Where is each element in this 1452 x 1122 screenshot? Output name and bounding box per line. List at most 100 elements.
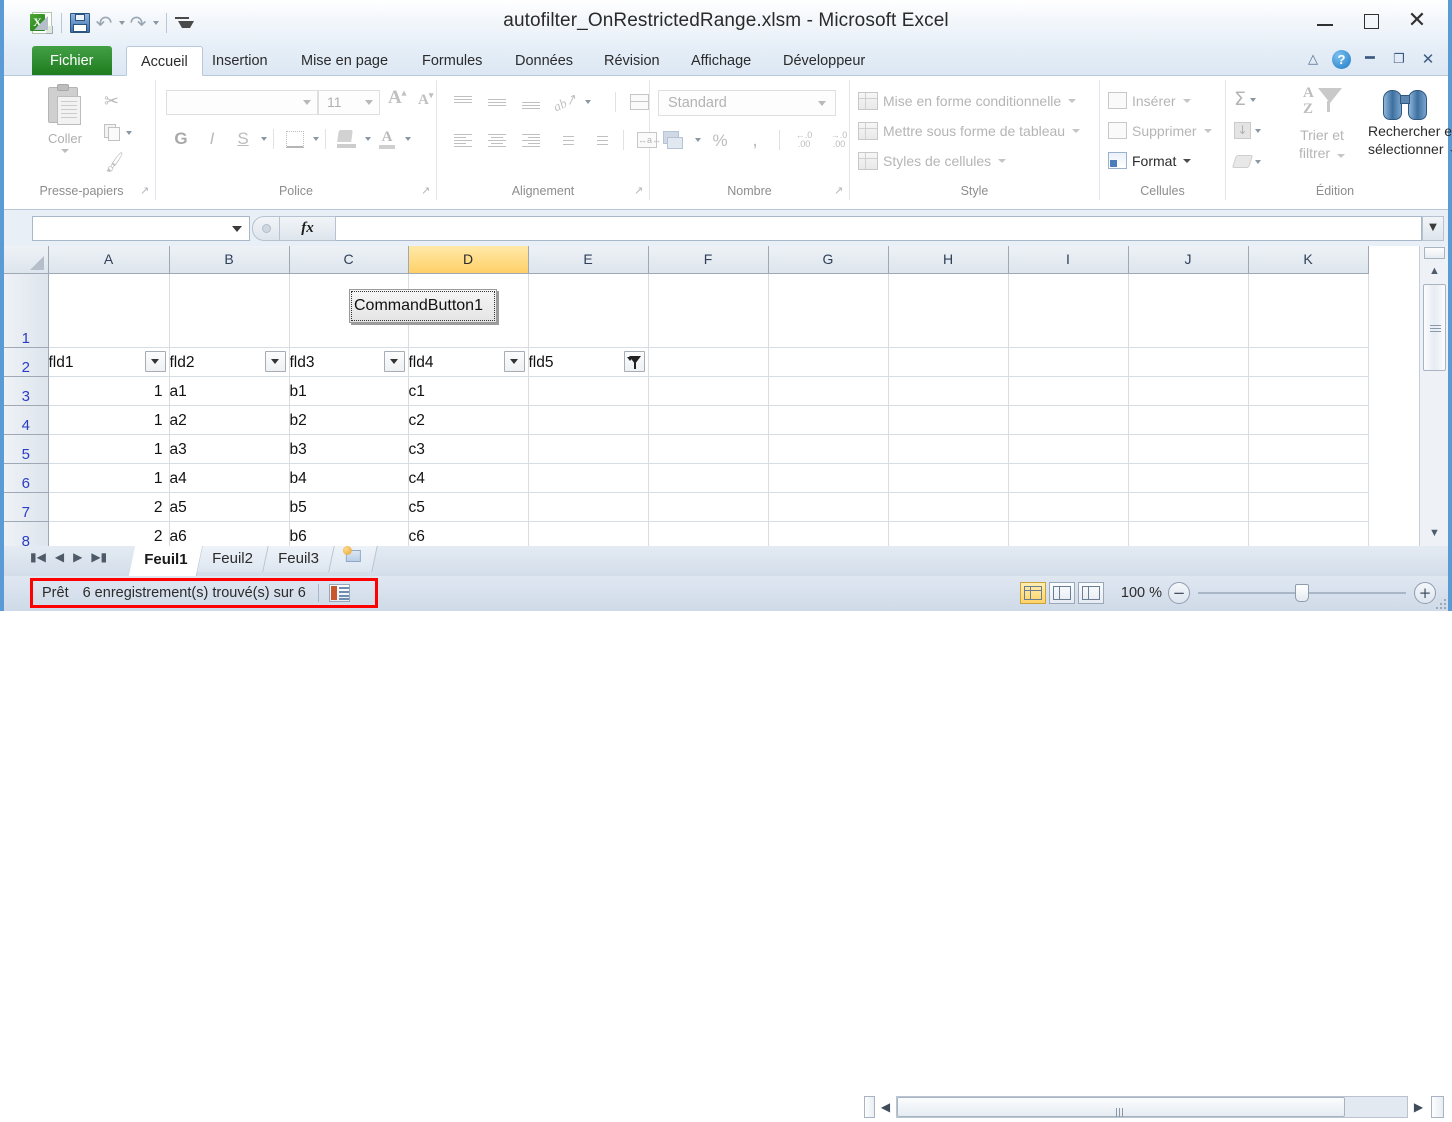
increase-indent-button[interactable]: [583, 126, 615, 154]
column-header-F[interactable]: F: [648, 246, 769, 274]
cell-I8[interactable]: [1008, 521, 1129, 546]
insert-sheet-button[interactable]: [329, 546, 378, 572]
cell-G5[interactable]: [768, 434, 889, 464]
accounting-format-button[interactable]: [658, 126, 690, 154]
cell-H2[interactable]: [888, 347, 1009, 377]
minimize-ribbon-icon[interactable]: △: [1303, 49, 1323, 69]
comma-style-button[interactable]: ,: [739, 126, 771, 154]
column-header-E[interactable]: E: [528, 246, 649, 274]
column-header-I[interactable]: I: [1008, 246, 1129, 274]
font-size-dropdown-icon[interactable]: [365, 100, 373, 105]
align-top-button[interactable]: [447, 88, 479, 116]
font-name-input[interactable]: [166, 90, 318, 115]
cell-J4[interactable]: [1128, 405, 1249, 435]
next-sheet-icon[interactable]: ▶: [73, 551, 82, 563]
orientation-dropdown-icon[interactable]: [585, 100, 591, 104]
cell-G4[interactable]: [768, 405, 889, 435]
cell-I5[interactable]: [1008, 434, 1129, 464]
autofilter-button-fld1[interactable]: [144, 350, 166, 372]
font-size-input[interactable]: 11: [318, 90, 380, 115]
cell-D6[interactable]: c4: [408, 463, 529, 493]
format-as-table-button[interactable]: Mettre sous forme de tableau: [858, 122, 1081, 140]
tab-developpeur[interactable]: Développeur: [769, 46, 879, 76]
autofilter-button-fld2[interactable]: [264, 350, 286, 372]
window-restore-icon[interactable]: ❐: [1389, 49, 1409, 69]
scroll-left-icon[interactable]: ◀: [875, 1096, 896, 1118]
cell-A4[interactable]: 1: [48, 405, 170, 435]
cell-A7[interactable]: 2: [48, 492, 170, 522]
horizontal-scroll-thumb[interactable]: [897, 1097, 1345, 1117]
command-button-1[interactable]: CommandButton1: [349, 289, 497, 323]
vertical-scrollbar[interactable]: ▲ ▼: [1419, 246, 1448, 546]
cell-G8[interactable]: [768, 521, 889, 546]
cell-E7[interactable]: [528, 492, 649, 522]
insert-function-button[interactable]: fx: [280, 215, 336, 241]
scroll-down-icon[interactable]: ▼: [1423, 522, 1446, 544]
autofilter-button-fld3[interactable]: [383, 350, 405, 372]
cell-K3[interactable]: [1248, 376, 1369, 406]
cell-A3[interactable]: 1: [48, 376, 170, 406]
accounting-dropdown-icon[interactable]: [695, 138, 701, 142]
scroll-up-icon[interactable]: ▲: [1423, 260, 1446, 282]
cell-E2[interactable]: fld5: [528, 347, 649, 377]
tab-accueil[interactable]: Accueil: [126, 46, 203, 76]
name-box-dropdown-icon[interactable]: [232, 225, 242, 232]
row-header-5[interactable]: 5: [4, 434, 49, 464]
cell-F1[interactable]: [648, 273, 769, 348]
column-header-K[interactable]: K: [1248, 246, 1369, 274]
cell-H1[interactable]: [888, 273, 1009, 348]
zoom-slider-track[interactable]: [1198, 582, 1406, 604]
cell-G6[interactable]: [768, 463, 889, 493]
align-left-button[interactable]: [447, 126, 479, 154]
cancel-formula-button[interactable]: [252, 215, 280, 241]
cell-C4[interactable]: b2: [289, 405, 409, 435]
macro-record-icon[interactable]: [328, 584, 350, 602]
fill-dropdown-icon[interactable]: [1255, 128, 1261, 133]
normal-view-icon[interactable]: [1020, 582, 1046, 604]
autofilter-button-fld4[interactable]: [503, 350, 525, 372]
underline-button[interactable]: S: [228, 125, 258, 153]
delete-cells-dropdown-icon[interactable]: [1203, 128, 1212, 133]
first-sheet-icon[interactable]: ▮◀: [30, 551, 46, 563]
cell-H5[interactable]: [888, 434, 1009, 464]
clipboard-dialog-launcher[interactable]: ↗: [140, 185, 151, 196]
cell-K6[interactable]: [1248, 463, 1369, 493]
expand-formula-bar-button[interactable]: ▼: [1422, 215, 1444, 241]
format-cells-dropdown-icon[interactable]: [1183, 158, 1192, 163]
cell-C5[interactable]: b3: [289, 434, 409, 464]
tab-affichage[interactable]: Affichage: [677, 46, 765, 76]
cell-A6[interactable]: 1: [48, 463, 170, 493]
cell-C8[interactable]: b6: [289, 521, 409, 546]
prev-sheet-icon[interactable]: ◀: [55, 551, 64, 563]
font-dialog-launcher[interactable]: ↗: [421, 185, 432, 196]
cell-B6[interactable]: a4: [169, 463, 290, 493]
help-icon[interactable]: ?: [1332, 49, 1351, 69]
row-header-4[interactable]: 4: [4, 405, 49, 435]
cell-J5[interactable]: [1128, 434, 1249, 464]
align-middle-button[interactable]: [481, 88, 513, 116]
number-format-dropdown-icon[interactable]: [818, 101, 826, 106]
cell-A2[interactable]: fld1: [48, 347, 170, 377]
cell-I4[interactable]: [1008, 405, 1129, 435]
cell-E5[interactable]: [528, 434, 649, 464]
clear-dropdown-icon[interactable]: [1255, 159, 1261, 164]
conditional-formatting-button[interactable]: Mise en forme conditionnelle: [858, 92, 1077, 110]
cell-K1[interactable]: [1248, 273, 1369, 348]
format-cells-button[interactable]: Format: [1108, 152, 1192, 169]
cell-F7[interactable]: [648, 492, 769, 522]
cell-F5[interactable]: [648, 434, 769, 464]
cell-C3[interactable]: b1: [289, 376, 409, 406]
fill-button[interactable]: ↓: [1234, 115, 1276, 146]
font-name-dropdown-icon[interactable]: [303, 100, 311, 105]
cell-B8[interactable]: a6: [169, 521, 290, 546]
window-minimize-icon[interactable]: ━: [1360, 49, 1380, 69]
cell-G3[interactable]: [768, 376, 889, 406]
column-header-A[interactable]: A: [48, 246, 170, 274]
select-all-button[interactable]: [4, 246, 49, 274]
format-as-table-dropdown-icon[interactable]: [1072, 129, 1081, 133]
sort-and-filter-button[interactable]: AZ Trier et filtrer: [1278, 86, 1366, 162]
cell-H4[interactable]: [888, 405, 1009, 435]
cell-I6[interactable]: [1008, 463, 1129, 493]
cell-J2[interactable]: [1128, 347, 1249, 377]
column-header-C[interactable]: C: [289, 246, 409, 274]
